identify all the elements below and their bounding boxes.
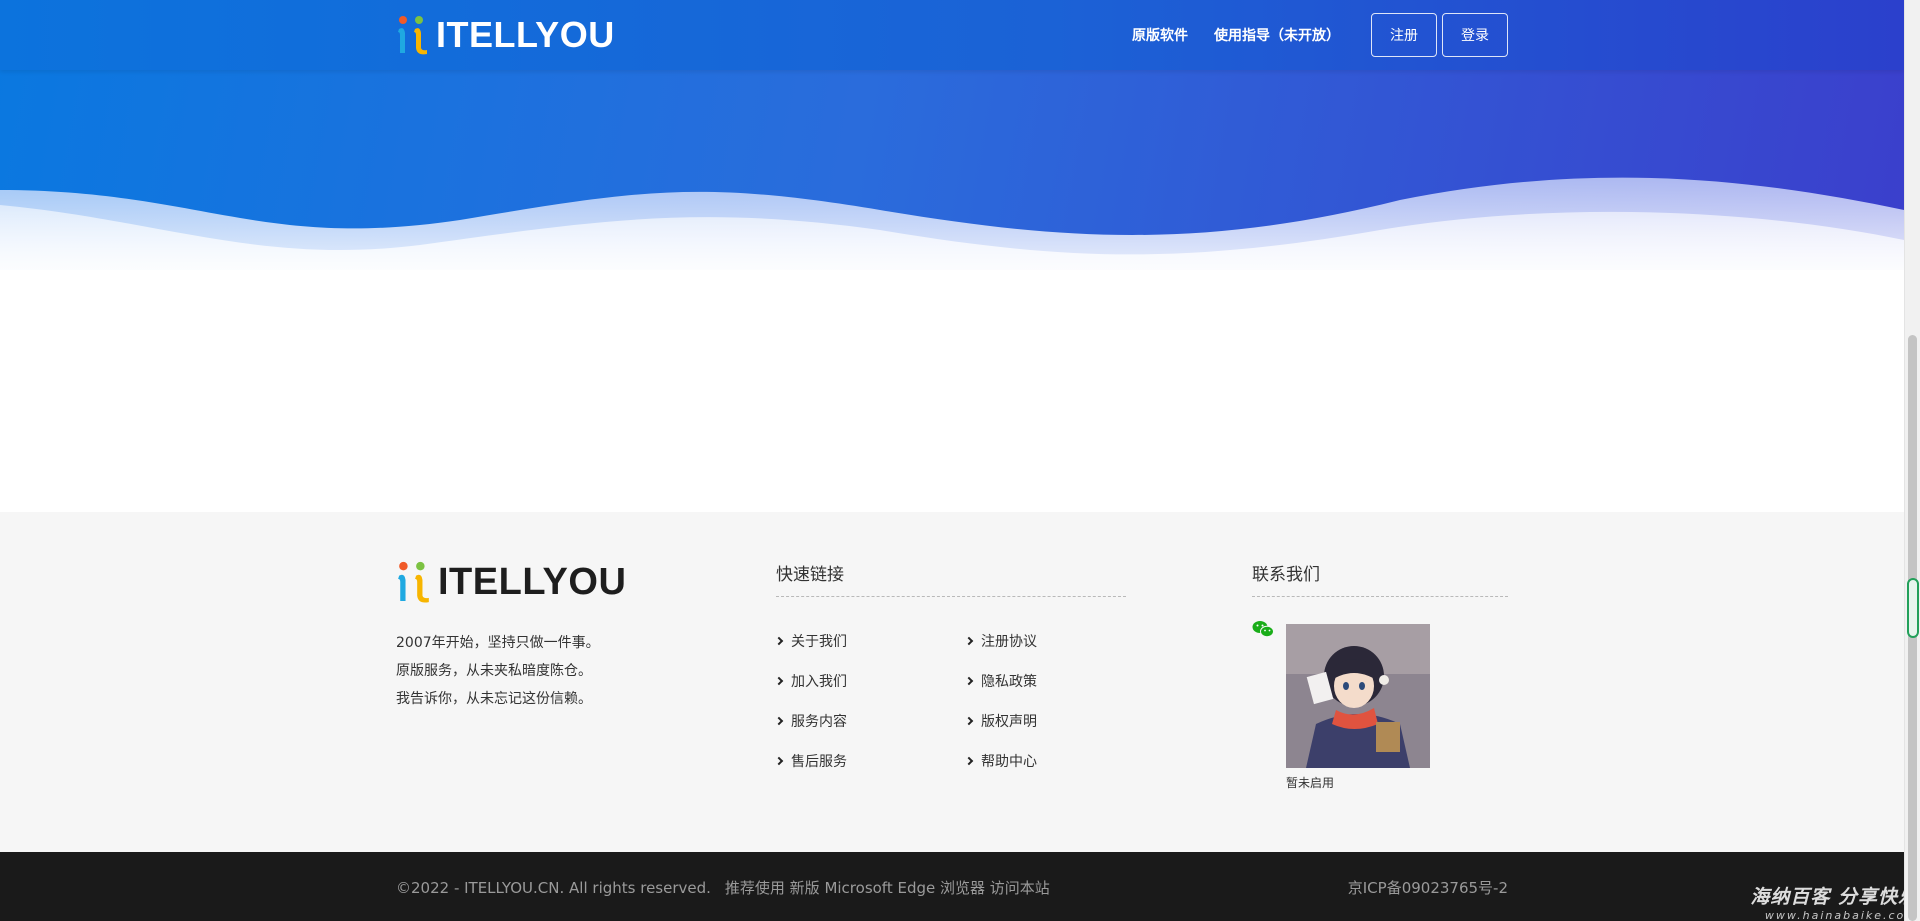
navbar-container: ITELLYOU 原版软件 使用指导（未开放） 注册 登录 (396, 0, 1508, 70)
quick-links-grid: 关于我们 注册协议 加入我们 隐私政策 服务内容 版权声明 售后服务 帮助中心 (774, 611, 1126, 781)
footer-brand-text: ITELLYOU (438, 561, 627, 603)
chevron-right-icon (774, 716, 784, 726)
qr-code-image (1286, 624, 1430, 768)
link-services[interactable]: 服务内容 (774, 711, 847, 731)
chevron-right-icon (964, 636, 974, 646)
link-label: 版权声明 (981, 714, 1037, 730)
contact-title: 联系我们 (1252, 565, 1320, 585)
chevron-right-icon (964, 756, 974, 766)
quick-links-divider (776, 596, 1126, 597)
wechat-icon[interactable] (1252, 620, 1274, 638)
about-line: 原版服务，从未夹私暗度陈仓。 (396, 663, 592, 679)
nav-original-software[interactable]: 原版软件 (1132, 25, 1188, 45)
copyright-text: ©2022 - ITELLYOU.CN. All rights reserved… (396, 877, 1050, 898)
header-logo[interactable]: ITELLYOU (396, 14, 615, 56)
chevron-right-icon (964, 716, 974, 726)
qr-caption: 暂未启用 (1286, 776, 1335, 790)
top-navbar: ITELLYOU 原版软件 使用指导（未开放） 注册 登录 (0, 0, 1904, 70)
link-label: 关于我们 (791, 634, 847, 650)
quick-links-section: 快速链接 关于我们 注册协议 加入我们 隐私政策 服务内容 版权声明 售后服务 … (774, 560, 1126, 781)
link-label: 帮助中心 (981, 754, 1037, 770)
contact-divider (1252, 596, 1508, 597)
link-privacy-policy[interactable]: 隐私政策 (964, 671, 1037, 691)
footer-container: ITELLYOU 2007年开始，坚持只做一件事。 原版服务，从未夹私暗度陈仓。… (396, 512, 1508, 852)
link-label: 服务内容 (791, 714, 847, 730)
login-button[interactable]: 登录 (1442, 13, 1508, 57)
about-line: 2007年开始，坚持只做一件事。 (396, 635, 600, 651)
link-help-center[interactable]: 帮助中心 (964, 751, 1037, 771)
bottom-container: ©2022 - ITELLYOU.CN. All rights reserved… (396, 852, 1508, 921)
link-about-us[interactable]: 关于我们 (774, 631, 847, 651)
link-join-us[interactable]: 加入我们 (774, 671, 847, 691)
link-label: 售后服务 (791, 754, 847, 770)
link-after-sales[interactable]: 售后服务 (774, 751, 847, 771)
footer-about: 2007年开始，坚持只做一件事。 原版服务，从未夹私暗度陈仓。 我告诉你，从未忘… (396, 629, 600, 713)
wave-decoration (0, 177, 1904, 290)
chevron-right-icon (774, 676, 784, 686)
watermark-title: 海纳百客 分享快乐 (1750, 886, 1918, 908)
itellyou-logo-icon (398, 561, 429, 603)
icp-license-link[interactable]: 京ICP备09023765号-2 (1348, 877, 1508, 898)
chevron-right-icon (964, 676, 974, 686)
about-line: 我告诉你，从未忘记这份信赖。 (396, 691, 592, 707)
nav-links: 原版软件 使用指导（未开放） 注册 登录 (1132, 13, 1508, 57)
contact-section: 联系我们 暂未启用 (1252, 560, 1508, 790)
browser-recommendation: 推荐使用 新版 Microsoft Edge 浏览器 访问本站 (724, 879, 1050, 897)
scroll-handle-widget[interactable] (1907, 578, 1919, 638)
nav-usage-guide[interactable]: 使用指导（未开放） (1214, 25, 1340, 45)
link-copyright[interactable]: 版权声明 (964, 711, 1037, 731)
itellyou-logo-icon (398, 16, 427, 55)
anime-avatar-image (1286, 624, 1430, 768)
quick-links-title: 快速链接 (776, 565, 844, 585)
footer-logo: ITELLYOU (396, 560, 626, 604)
header-brand-text: ITELLYOU (436, 14, 615, 55)
chevron-right-icon (774, 636, 784, 646)
link-label: 隐私政策 (981, 674, 1037, 690)
link-register-agreement[interactable]: 注册协议 (964, 631, 1037, 651)
chevron-right-icon (774, 756, 784, 766)
copyright-label: ©2022 - ITELLYOU.CN. All rights reserved… (396, 879, 711, 897)
watermark-url: www.hainabaike.com (1764, 909, 1918, 921)
site-footer: ITELLYOU 2007年开始，坚持只做一件事。 原版服务，从未夹私暗度陈仓。… (0, 512, 1904, 852)
bottom-bar: ©2022 - ITELLYOU.CN. All rights reserved… (0, 852, 1904, 921)
link-label: 注册协议 (981, 634, 1037, 650)
watermark: 海纳百客 分享快乐 www.hainabaike.com (1750, 882, 1918, 921)
register-button[interactable]: 注册 (1371, 13, 1437, 57)
link-label: 加入我们 (791, 674, 847, 690)
page-scrollbar[interactable] (1904, 0, 1920, 921)
